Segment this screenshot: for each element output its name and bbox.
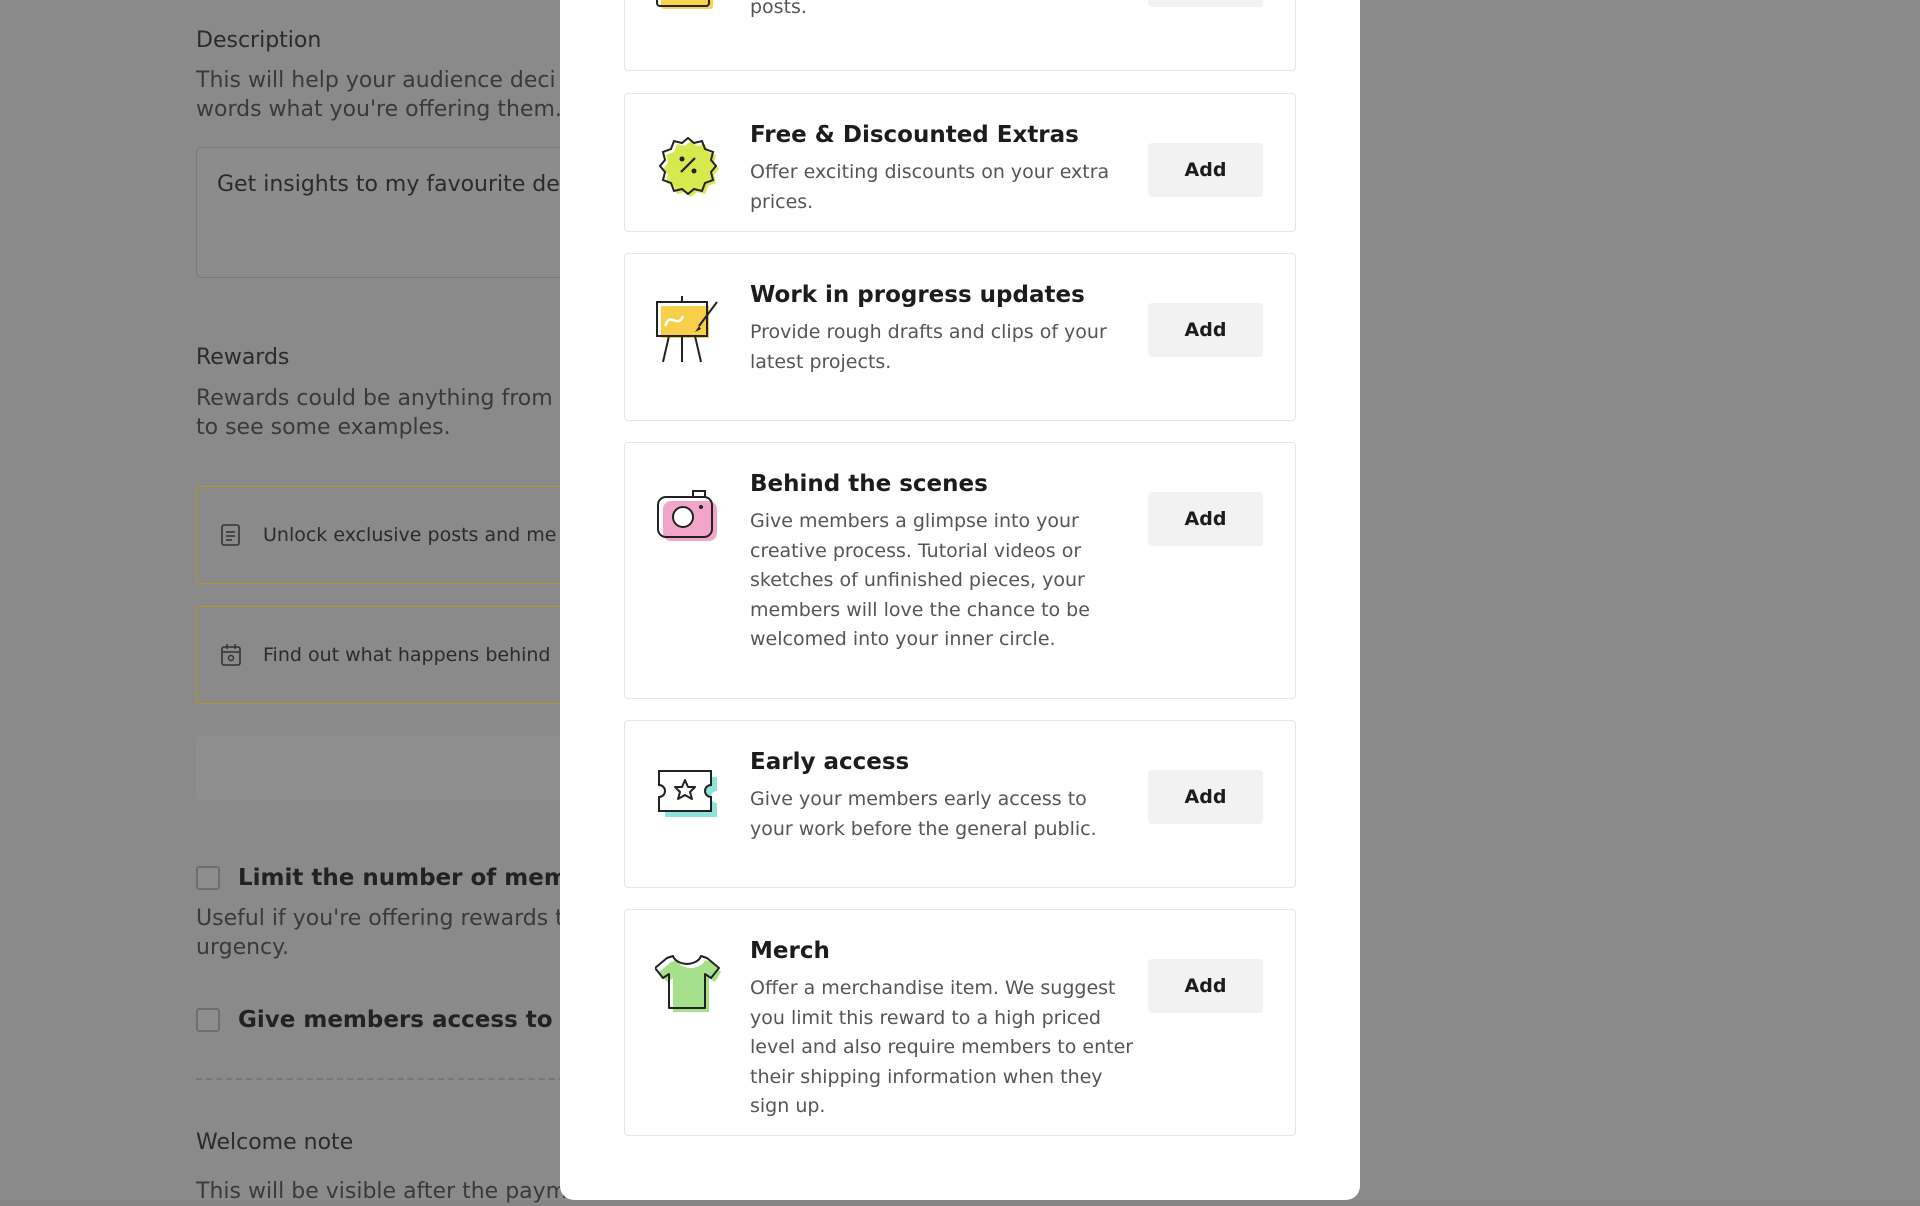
camera-icon (655, 485, 721, 551)
description-heading: Description (196, 28, 322, 53)
reward-option-desc: posts. (750, 0, 807, 18)
limit-members-checkbox[interactable] (196, 866, 220, 890)
limit-members-row: Limit the number of membe (196, 865, 600, 891)
reward-option-desc: Give members a glimpse into your creativ… (750, 510, 1090, 650)
add-button[interactable]: Add (1148, 959, 1263, 1013)
access-checkbox[interactable] (196, 1008, 220, 1032)
ticket-star-icon (655, 763, 721, 829)
description-textarea-value: Get insights to my favourite de (217, 172, 560, 197)
reward-option-card: Free & Discounted Extras Offer exciting … (624, 93, 1296, 232)
reward-option-desc: Provide rough drafts and clips of your l… (750, 321, 1107, 373)
add-button[interactable]: Add (1148, 143, 1263, 197)
reward-option-title: Merch (750, 938, 830, 964)
reward-option-title: Behind the scenes (750, 471, 988, 497)
access-row: Give members access to sel (196, 1007, 598, 1033)
reward-option-card: Work in progress updates Provide rough d… (624, 253, 1296, 421)
access-label: Give members access to sel (238, 1007, 598, 1033)
tshirt-icon (654, 952, 721, 1018)
limit-members-label: Limit the number of membe (238, 865, 600, 891)
add-button[interactable]: Add (1148, 770, 1263, 824)
reward-option-desc: Offer a merchandise item. We suggest you… (750, 977, 1134, 1117)
reward-option-card: posts. (624, 0, 1296, 71)
reward-option-title: Work in progress updates (750, 282, 1085, 308)
add-button[interactable]: Add (1148, 303, 1263, 357)
reward-option-card: Merch Offer a merchandise item. We sugge… (624, 909, 1296, 1136)
rewards-heading: Rewards (196, 345, 290, 370)
calendar-icon (219, 643, 243, 667)
reward-option-card: Early access Give your members early acc… (624, 720, 1296, 888)
welcome-heading: Welcome note (196, 1130, 354, 1155)
reward-option-icon (655, 0, 721, 11)
add-button[interactable] (1148, 0, 1263, 7)
add-button[interactable]: Add (1148, 492, 1263, 546)
document-icon (219, 523, 243, 547)
reward-option-card: Behind the scenes Give members a glimpse… (624, 442, 1296, 699)
reward-option-desc: Give your members early access to your w… (750, 788, 1097, 840)
reward-option-desc: Offer exciting discounts on your extra p… (750, 161, 1110, 213)
reward-item-label: Find out what happens behind (263, 644, 551, 666)
rewards-modal: posts. Free & Discounted Extras Offer ex… (560, 0, 1360, 1200)
reward-item-label: Unlock exclusive posts and me (263, 524, 557, 546)
reward-option-title: Early access (750, 749, 910, 775)
easel-icon (655, 296, 721, 363)
discount-badge-icon (655, 132, 721, 198)
reward-option-title: Free & Discounted Extras (750, 122, 1079, 148)
